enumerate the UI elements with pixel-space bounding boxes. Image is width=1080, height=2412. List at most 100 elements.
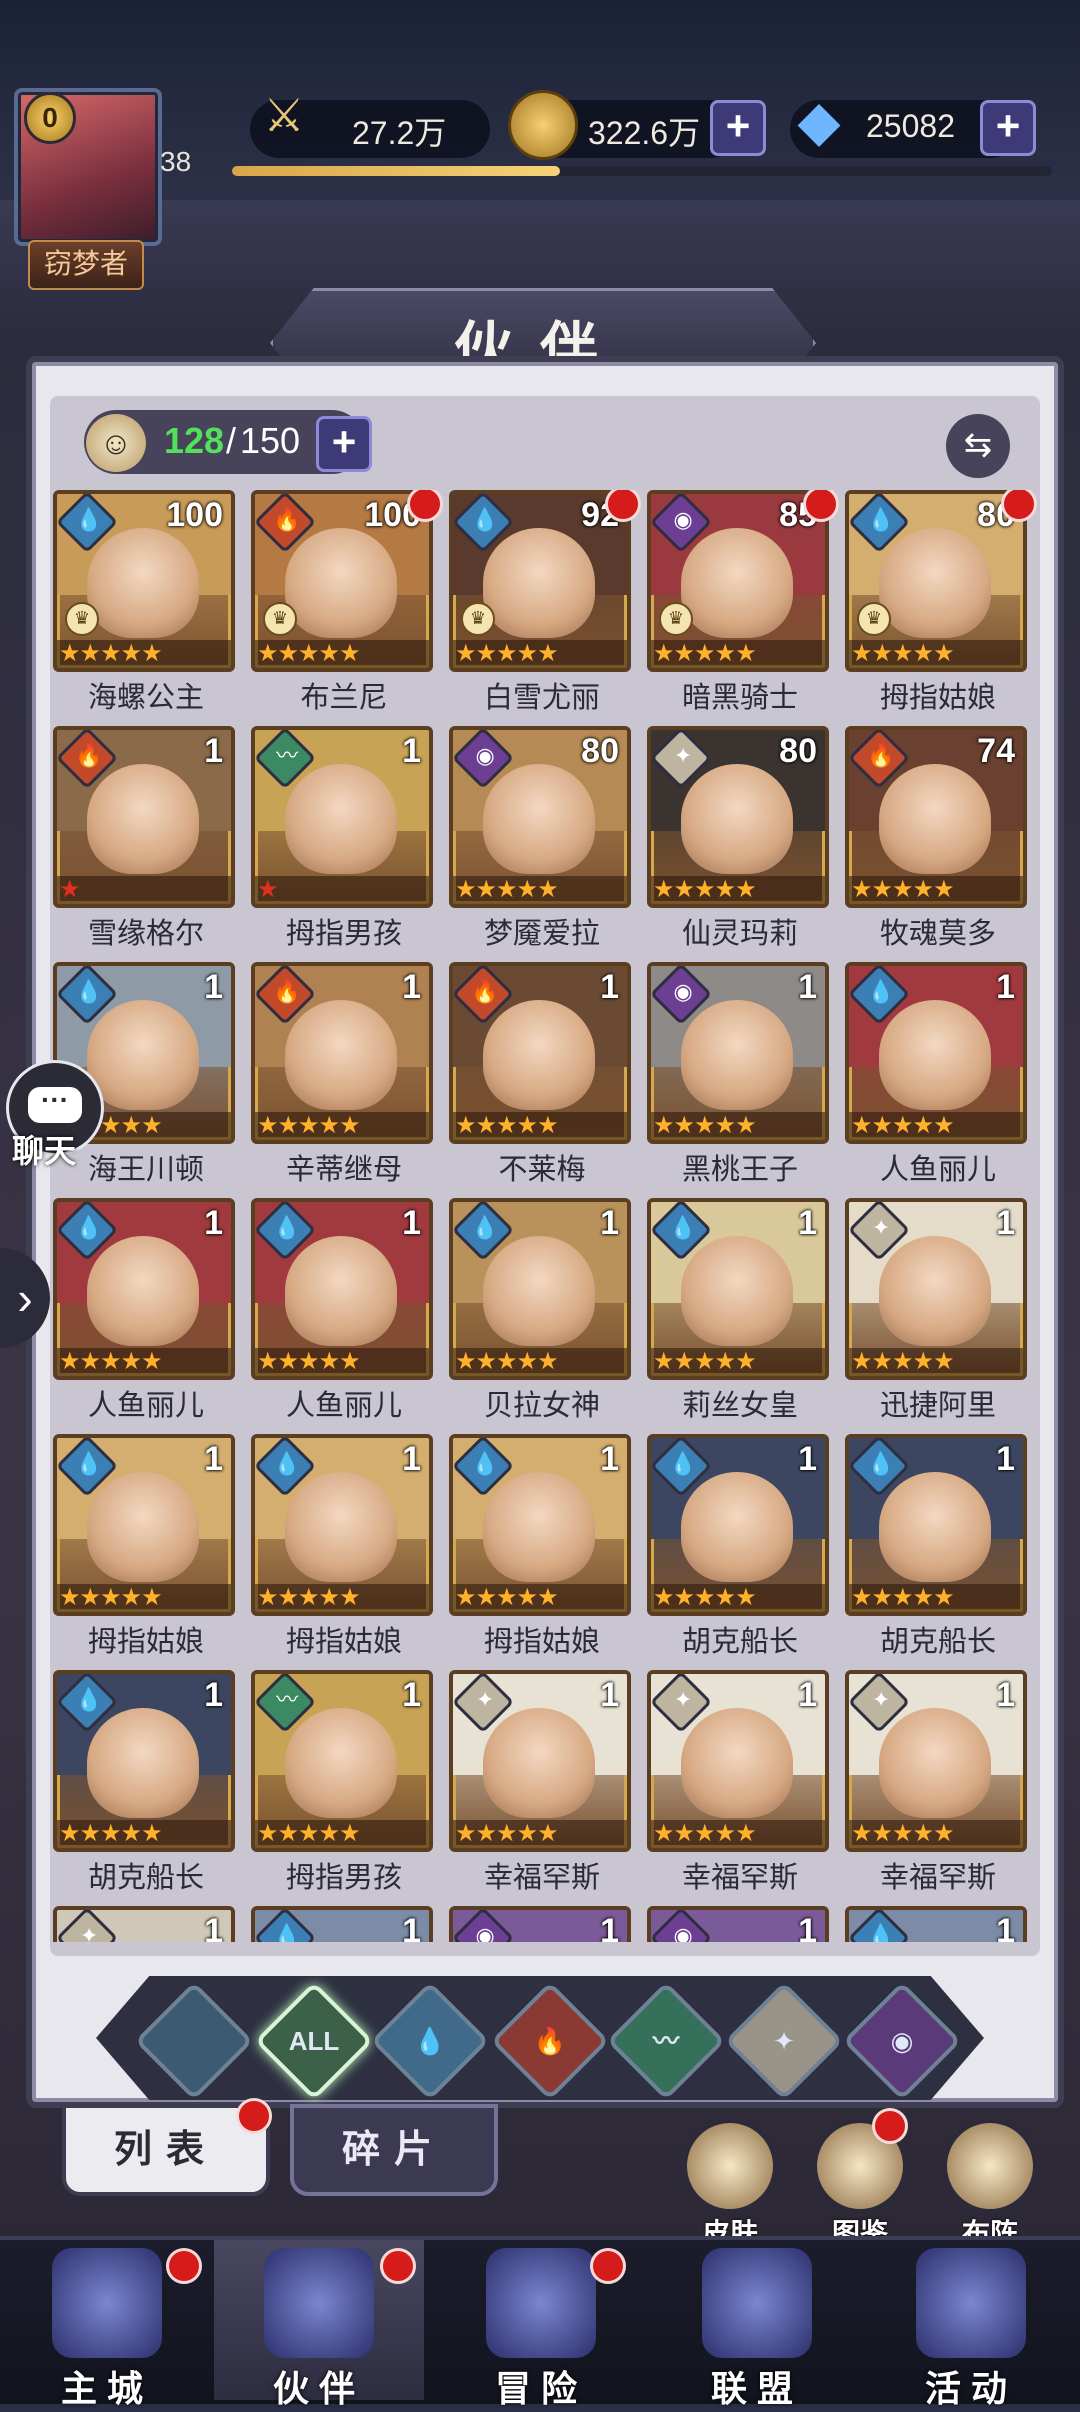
hero-card[interactable]: 💧 1 — [845, 1906, 1027, 1942]
hero-card[interactable]: ✦ 1 — [53, 1906, 235, 1942]
hero-portrait — [879, 1236, 991, 1346]
hero-card[interactable]: ◉ 1 ★★★★★ — [647, 962, 829, 1144]
nav-alliance[interactable]: 联盟 — [652, 2240, 862, 2409]
hero-notification-dot — [605, 490, 641, 522]
hero-card[interactable]: 💧 80 ♛ ★★★★★ — [845, 490, 1027, 672]
exp-progress-bar — [232, 166, 1052, 176]
hero-star-rating: ★★★★★ — [849, 1348, 1023, 1376]
hero-level: 1 — [798, 968, 817, 1006]
diamond-value: 25082 — [866, 108, 955, 144]
hero-portrait — [681, 1708, 793, 1818]
hero-card[interactable]: 💧 1 ★★★★★ — [251, 1434, 433, 1616]
hero-name: 拇指男孩 — [285, 918, 402, 950]
hero-card[interactable]: 💧 1 ★★★★★ — [251, 1198, 433, 1380]
hero-star-rating: ★★★★★ — [255, 640, 429, 668]
partners-icon: ☺ — [86, 414, 146, 472]
hero-card[interactable]: ◉ 80 ★★★★★ — [449, 726, 631, 908]
hero-card[interactable]: 💧 1 ★★★★★ — [449, 1198, 631, 1380]
hero-level: 1 — [798, 1440, 817, 1478]
hero-card[interactable]: 💧 1 ★★★★★ — [845, 1434, 1027, 1616]
hero-card[interactable]: 💧 92 ♛ ★★★★★ — [449, 490, 631, 672]
hero-card[interactable]: 💧 1 ★★★★★ — [845, 962, 1027, 1144]
hero-level: 80 — [581, 732, 619, 770]
hero-card[interactable]: 💧 1 ★★★★★ — [647, 1434, 829, 1616]
chat-label: 聊天 — [12, 1133, 77, 1169]
hero-portrait — [87, 1236, 199, 1346]
hero-portrait — [681, 1472, 793, 1582]
hero-name: 黑桃王子 — [681, 1154, 798, 1186]
hero-card[interactable]: 💧 1 ★★★★★ — [53, 1198, 235, 1380]
cards-icon — [916, 2248, 1026, 2358]
hero-card[interactable]: ✦ 1 ★★★★★ — [845, 1670, 1027, 1852]
hero-card[interactable]: ◉ 1 — [647, 1906, 829, 1942]
hero-level: 1 — [996, 1676, 1015, 1714]
hero-portrait — [681, 1236, 793, 1346]
hero-star-rating: ★★★★★ — [849, 1584, 1023, 1612]
hero-card[interactable]: 💧 1 ★★★★★ — [53, 1670, 235, 1852]
hero-card[interactable]: 🔥 1 ★★★★★ — [449, 962, 631, 1144]
hero-notification-dot — [1001, 490, 1037, 522]
hero-portrait — [285, 1472, 397, 1582]
castle-icon — [52, 2248, 162, 2358]
hero-card[interactable]: 💧 1 ★★★★★ — [647, 1198, 829, 1380]
hero-card[interactable]: 〰 1 ★ — [251, 726, 433, 908]
nav-event[interactable]: 活动 — [866, 2240, 1076, 2409]
hero-level: 1 — [204, 1912, 223, 1942]
add-gold-button[interactable]: + — [710, 100, 766, 156]
hero-level: 1 — [996, 1440, 1015, 1478]
hero-portrait — [483, 1708, 595, 1818]
hero-grid: 💧 100 ♛ ★★★★★ 海螺公主 🔥 100 ♛ ★★★★★ 布兰尼 💧 92 ♛ ★★★★★ 白雪尤丽… — [50, 490, 1040, 1942]
codex-notification-dot — [872, 2108, 908, 2144]
hero-card[interactable]: ✦ 1 ★★★★★ — [845, 1198, 1027, 1380]
hero-card[interactable]: ◉ 1 — [449, 1906, 631, 1942]
hero-card[interactable]: 💧 1 ★★★★★ — [449, 1434, 631, 1616]
hero-card[interactable]: ✦ 80 ★★★★★ — [647, 726, 829, 908]
hero-star-rating: ★★★★★ — [849, 1112, 1023, 1140]
hero-name: 人鱼丽儿 — [285, 1390, 402, 1422]
hero-card[interactable]: 🔥 1 ★ — [53, 726, 235, 908]
hero-star-rating: ★★★★★ — [651, 1112, 825, 1140]
hero-card[interactable]: ✦ 1 ★★★★★ — [647, 1670, 829, 1852]
hero-star-rating: ★★★★★ — [57, 1584, 231, 1612]
hero-portrait — [483, 764, 595, 874]
hero-star-rating: ★★★★★ — [651, 1584, 825, 1612]
hero-name: 梦魇爱拉 — [483, 918, 600, 950]
hero-level: 100 — [166, 496, 223, 534]
crown-icon: ♛ — [857, 602, 891, 636]
hero-card[interactable]: 🔥 1 ★★★★★ — [251, 962, 433, 1144]
hero-name: 暗黑骑士 — [681, 682, 798, 714]
hero-level: 1 — [600, 1440, 619, 1478]
gold-coin-icon — [508, 90, 578, 160]
skin-button[interactable]: 皮肤 — [680, 2120, 780, 2252]
hero-portrait — [285, 1000, 397, 1110]
hero-level: 1 — [204, 1676, 223, 1714]
nav-city-notification-dot — [166, 2248, 202, 2284]
hero-star-rating: ★★★★★ — [849, 876, 1023, 904]
tab-fragments[interactable]: 碎片 — [290, 2104, 498, 2196]
hero-card[interactable]: ◉ 85 ♛ ★★★★★ — [647, 490, 829, 672]
hero-name: 人鱼丽儿 — [87, 1390, 204, 1422]
hero-name: 胡克船长 — [87, 1862, 204, 1894]
hero-card[interactable]: 💧 1 — [251, 1906, 433, 1942]
hero-star-rating: ★ — [255, 876, 429, 904]
hero-name: 莉丝女皇 — [681, 1390, 798, 1422]
nav-alliance-label: 联盟 — [710, 2368, 803, 2409]
hero-name: 布兰尼 — [300, 682, 388, 714]
hero-card[interactable]: 💧 100 ♛ ★★★★★ — [53, 490, 235, 672]
formation-button[interactable]: 布阵 — [940, 2120, 1040, 2252]
hero-card[interactable]: 🔥 100 ♛ ★★★★★ — [251, 490, 433, 672]
hero-star-rating: ★★★★★ — [255, 1112, 429, 1140]
expand-roster-button[interactable]: + — [316, 416, 372, 472]
compass-icon — [486, 2248, 596, 2358]
hero-level: 1 — [996, 1912, 1015, 1942]
add-diamond-button[interactable]: + — [980, 100, 1036, 156]
hero-card[interactable]: ✦ 1 ★★★★★ — [449, 1670, 631, 1852]
hero-card[interactable]: 💧 1 ★★★★★ — [53, 1434, 235, 1616]
hero-portrait — [879, 1708, 991, 1818]
sort-toggle-button[interactable]: ⇆ — [946, 414, 1010, 478]
hero-card[interactable]: 〰 1 ★★★★★ — [251, 1670, 433, 1852]
hero-star-rating: ★★★★★ — [453, 1348, 627, 1376]
hero-name: 海螺公主 — [87, 682, 204, 714]
hero-card[interactable]: 🔥 74 ★★★★★ — [845, 726, 1027, 908]
player-level: 38 — [160, 146, 192, 177]
